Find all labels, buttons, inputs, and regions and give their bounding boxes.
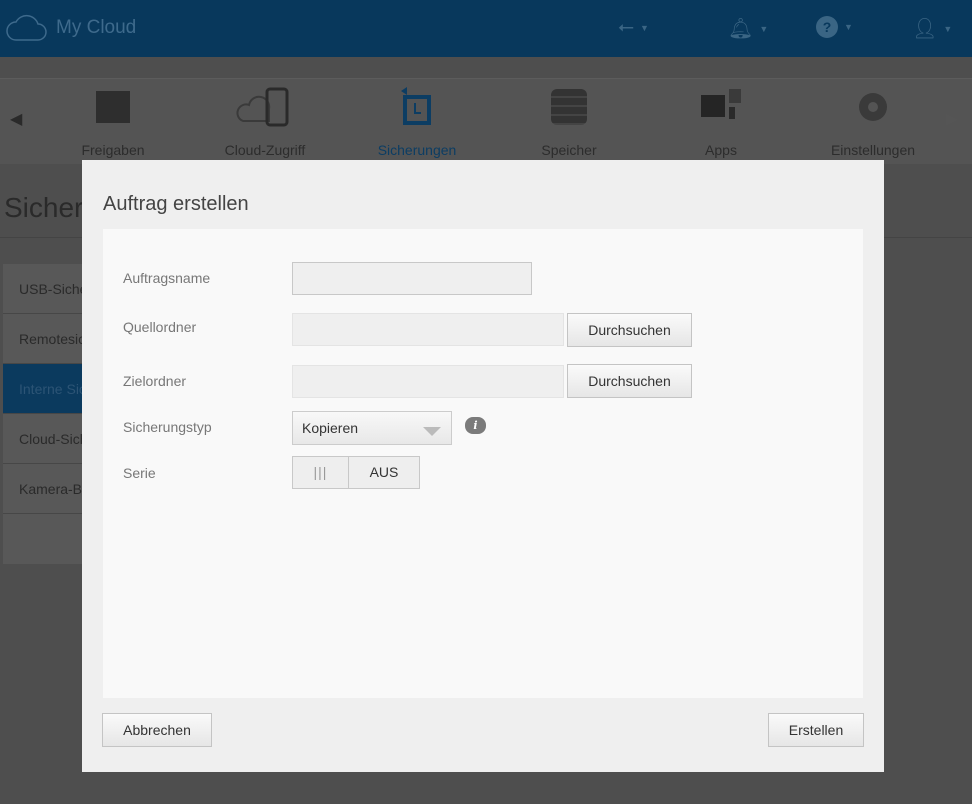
source-browse-button[interactable]: Durchsuchen <box>567 313 692 347</box>
cloud-logo-icon <box>6 14 47 41</box>
nav-left-arrow-icon[interactable]: ◀ <box>10 109 22 129</box>
bell-icon: 🔔︎ <box>728 18 754 40</box>
usb-menu[interactable]: ⭠ ▼ <box>618 16 649 39</box>
nav-cloud-zugriff[interactable]: Cloud-Zugriff <box>200 87 330 158</box>
target-folder-label: Zielordner <box>123 373 187 389</box>
storage-icon <box>504 87 634 127</box>
chevron-down-icon: ▼ <box>759 23 769 34</box>
help-icon: ? <box>816 16 838 38</box>
apps-icon <box>656 87 786 127</box>
usb-icon: ⭠ <box>618 16 634 38</box>
job-name-input[interactable] <box>292 262 532 295</box>
nav-label: Apps <box>705 142 737 158</box>
backup-type-value: Kopieren <box>302 420 359 436</box>
user-icon: 👤︎ <box>912 18 938 40</box>
user-menu[interactable]: 👤︎ ▼ <box>912 16 952 41</box>
chevron-down-icon: ▼ <box>640 22 649 33</box>
chevron-down-icon <box>423 427 441 436</box>
nav-apps[interactable]: Apps <box>656 87 786 158</box>
source-folder-input[interactable] <box>292 313 564 346</box>
nav-einstellungen[interactable]: Einstellungen <box>808 87 938 158</box>
backup-icon <box>352 87 482 127</box>
chevron-down-icon: ▼ <box>844 22 853 32</box>
nav-label: Speicher <box>541 142 597 158</box>
folder-icon <box>48 87 178 127</box>
nav-speicher[interactable]: Speicher <box>504 87 634 158</box>
nav-label: Einstellungen <box>830 142 916 158</box>
nav-freigaben[interactable]: Freigaben <box>48 87 178 158</box>
series-label: Serie <box>123 465 156 481</box>
top-header: My Cloud ⭠ ▼ 🔔︎ ▼ ? ▼ 👤︎ ▼ <box>0 0 972 57</box>
dialog-title: Auftrag erstellen <box>103 193 249 215</box>
gear-icon <box>808 87 938 127</box>
cancel-button[interactable]: Abbrechen <box>102 713 212 747</box>
create-job-dialog: Auftrag erstellen Auftragsname Quellordn… <box>82 160 884 772</box>
backup-type-label: Sicherungstyp <box>123 419 212 435</box>
target-folder-input[interactable] <box>292 365 564 398</box>
chevron-down-icon: ▼ <box>943 23 953 34</box>
toggle-grip-icon: ||| <box>293 457 349 488</box>
logo[interactable]: My Cloud <box>6 14 136 42</box>
target-browse-button[interactable]: Durchsuchen <box>567 364 692 398</box>
source-folder-label: Quellordner <box>123 319 197 335</box>
info-icon[interactable]: i <box>465 417 486 434</box>
nav-label: Sicherungen <box>377 142 457 158</box>
series-toggle[interactable]: ||| AUS <box>292 456 420 489</box>
nav-right-arrow-icon[interactable]: ▶ <box>946 109 958 129</box>
toggle-state: AUS <box>369 464 399 480</box>
dialog-body: Auftragsname Quellordner Durchsuchen Zie… <box>103 229 863 698</box>
nav-sicherungen[interactable]: Sicherungen <box>352 87 482 158</box>
nav-label: Freigaben <box>81 142 145 158</box>
main-nav: ◀ Freigaben Cloud-Zugriff Sicherungen Sp… <box>0 78 972 164</box>
create-button[interactable]: Erstellen <box>768 713 864 747</box>
app-name: My Cloud <box>56 17 137 38</box>
help-menu[interactable]: ? ▼ <box>816 16 853 38</box>
nav-label: Cloud-Zugriff <box>224 142 306 158</box>
notifications-menu[interactable]: 🔔︎ ▼ <box>728 16 768 41</box>
backup-type-select[interactable]: Kopieren <box>292 411 452 445</box>
cloud-phone-icon <box>200 87 330 127</box>
job-name-label: Auftragsname <box>123 270 211 286</box>
